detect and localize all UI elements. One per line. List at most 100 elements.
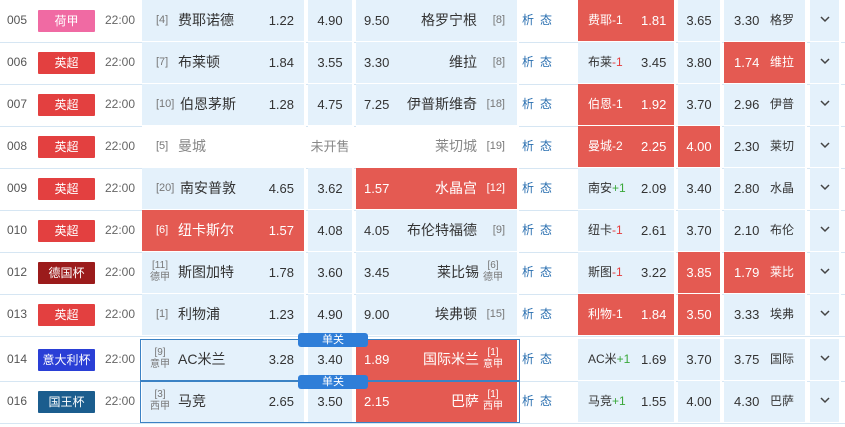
handicap-away-cell[interactable]: 3.33 埃弗: [724, 294, 807, 335]
state-link[interactable]: 态: [540, 139, 552, 153]
analysis-link[interactable]: 析: [522, 55, 534, 69]
away-win-cell[interactable]: 3.45 莱比锡 [6] 德甲: [356, 252, 519, 293]
analysis-link[interactable]: 析: [522, 223, 534, 237]
state-link[interactable]: 态: [540, 181, 552, 195]
handicap-away-cell[interactable]: 2.30 莱切: [724, 126, 807, 167]
handicap-draw-cell[interactable]: 3.80: [678, 42, 722, 83]
handicap-draw-cell[interactable]: 3.70: [678, 339, 722, 380]
handicap-home-cell[interactable]: 马竞+1 1.55: [578, 381, 676, 422]
handicap-home-cell[interactable]: 布莱-1 3.45: [578, 42, 676, 83]
state-link[interactable]: 态: [540, 265, 552, 279]
league-badge[interactable]: 英超: [38, 136, 95, 158]
draw-cell[interactable]: 4.90: [308, 294, 354, 335]
handicap-away-cell[interactable]: 1.74 维拉: [724, 42, 807, 83]
home-win-cell[interactable]: [10] 伯恩茅斯 1.28: [142, 84, 306, 125]
away-win-cell[interactable]: 2.15 巴萨 [1] 西甲: [356, 381, 519, 422]
state-link[interactable]: 态: [540, 97, 552, 111]
away-win-cell[interactable]: 9.50 格罗宁根 [8]: [356, 0, 519, 41]
handicap-away-cell[interactable]: 3.30 格罗: [724, 0, 807, 41]
league-badge[interactable]: 荷甲: [38, 10, 95, 32]
draw-cell[interactable]: 4.90: [308, 0, 354, 41]
home-win-cell[interactable]: [4] 费耶诺德 1.22: [142, 0, 306, 41]
draw-cell[interactable]: 3.62: [308, 168, 354, 209]
analysis-link[interactable]: 析: [522, 181, 534, 195]
state-link[interactable]: 态: [540, 394, 552, 408]
chevron-down-icon[interactable]: [810, 42, 841, 83]
analysis-links: 析态: [522, 126, 574, 167]
league-badge[interactable]: 英超: [38, 304, 95, 326]
state-link[interactable]: 态: [540, 55, 552, 69]
chevron-down-icon[interactable]: [810, 294, 841, 335]
chevron-down-icon[interactable]: [810, 126, 841, 167]
handicap-away-cell[interactable]: 2.80 水晶: [724, 168, 807, 209]
analysis-link[interactable]: 析: [522, 139, 534, 153]
analysis-link[interactable]: 析: [522, 394, 534, 408]
handicap-draw-cell[interactable]: 3.50: [678, 294, 722, 335]
handicap-away-cell[interactable]: 3.75 国际: [724, 339, 807, 380]
handicap-away-cell[interactable]: 2.10 布伦: [724, 210, 807, 251]
away-win-cell[interactable]: 9.00 埃弗顿 [15]: [356, 294, 519, 335]
analysis-link[interactable]: 析: [522, 13, 534, 27]
home-win-cell[interactable]: [6] 纽卡斯尔 1.57: [142, 210, 306, 251]
analysis-link[interactable]: 析: [522, 352, 534, 366]
chevron-down-icon[interactable]: [810, 168, 841, 209]
handicap-home-cell[interactable]: 利物-1 1.84: [578, 294, 676, 335]
draw-cell[interactable]: 4.08: [308, 210, 354, 251]
chevron-down-icon[interactable]: [810, 84, 841, 125]
league-badge[interactable]: 英超: [38, 178, 95, 200]
handicap-home-cell[interactable]: 南安+1 2.09: [578, 168, 676, 209]
handicap-home-cell[interactable]: 纽卡-1 2.61: [578, 210, 676, 251]
home-win-cell[interactable]: [1] 利物浦 1.23: [142, 294, 306, 335]
league-badge[interactable]: 德国杯: [38, 262, 95, 284]
home-win-cell[interactable]: [20] 南安普敦 4.65: [142, 168, 306, 209]
chevron-down-icon[interactable]: [810, 381, 841, 422]
state-link[interactable]: 态: [540, 223, 552, 237]
chevron-down-icon[interactable]: [810, 0, 841, 41]
handicap-away-cell[interactable]: 2.96 伊普: [724, 84, 807, 125]
handicap-draw-cell[interactable]: 3.70: [678, 210, 722, 251]
chevron-down-icon[interactable]: [810, 210, 841, 251]
home-win-cell[interactable]: [3] 西甲 马竞 2.65: [142, 381, 306, 422]
away-win-cell[interactable]: 7.25 伊普斯维奇 [18]: [356, 84, 519, 125]
league-badge[interactable]: 英超: [38, 52, 95, 74]
handicap-draw-cell[interactable]: 3.65: [678, 0, 722, 41]
draw-cell[interactable]: 3.60: [308, 252, 354, 293]
handicap-home-cell[interactable]: 费耶-1 1.81: [578, 0, 676, 41]
handicap-away-cell[interactable]: 4.30 巴萨: [724, 381, 807, 422]
handicap-draw-cell[interactable]: 3.70: [678, 84, 722, 125]
home-win-cell[interactable]: [7] 布莱顿 1.84: [142, 42, 306, 83]
home-win-cell[interactable]: [9] 意甲 AC米兰 3.28: [142, 339, 306, 380]
handicap-home-cell[interactable]: 曼城-2 2.25: [578, 126, 676, 167]
away-league-label: 德甲: [483, 272, 503, 283]
handicap-draw-cell[interactable]: 4.00: [678, 126, 722, 167]
handicap-home-cell[interactable]: AC米+1 1.69: [578, 339, 676, 380]
handicap-draw-cell[interactable]: 3.85: [678, 252, 722, 293]
handicap-draw-cell[interactable]: 4.00: [678, 381, 722, 422]
handicap-home-cell[interactable]: 伯恩-1 1.92: [578, 84, 676, 125]
handicap-draw-cell[interactable]: 3.40: [678, 168, 722, 209]
match-number: 016: [6, 394, 28, 408]
away-win-cell[interactable]: 3.30 维拉 [8]: [356, 42, 519, 83]
state-link[interactable]: 态: [540, 352, 552, 366]
draw-cell[interactable]: 3.55: [308, 42, 354, 83]
away-win-cell[interactable]: 1.89 国际米兰 [1] 意甲: [356, 339, 519, 380]
handicap-home-cell[interactable]: 斯图-1 3.22: [578, 252, 676, 293]
analysis-link[interactable]: 析: [522, 265, 534, 279]
away-win-cell[interactable]: 4.05 布伦特福德 [9]: [356, 210, 519, 251]
home-rank: [20]: [156, 182, 175, 194]
chevron-down-icon[interactable]: [810, 252, 841, 293]
league-badge[interactable]: 意大利杯: [38, 349, 95, 371]
away-win-cell[interactable]: 1.57 水晶宫 [12]: [356, 168, 519, 209]
analysis-link[interactable]: 析: [522, 97, 534, 111]
league-badge[interactable]: 英超: [38, 94, 95, 116]
home-team-name: 马竞: [178, 393, 206, 409]
draw-cell[interactable]: 4.75: [308, 84, 354, 125]
league-badge[interactable]: 英超: [38, 220, 95, 242]
home-win-cell[interactable]: [11] 德甲 斯图加特 1.78: [142, 252, 306, 293]
league-badge[interactable]: 国王杯: [38, 391, 95, 413]
state-link[interactable]: 态: [540, 307, 552, 321]
state-link[interactable]: 态: [540, 13, 552, 27]
chevron-down-icon[interactable]: [810, 339, 841, 380]
handicap-away-cell[interactable]: 1.79 莱比: [724, 252, 807, 293]
analysis-link[interactable]: 析: [522, 307, 534, 321]
